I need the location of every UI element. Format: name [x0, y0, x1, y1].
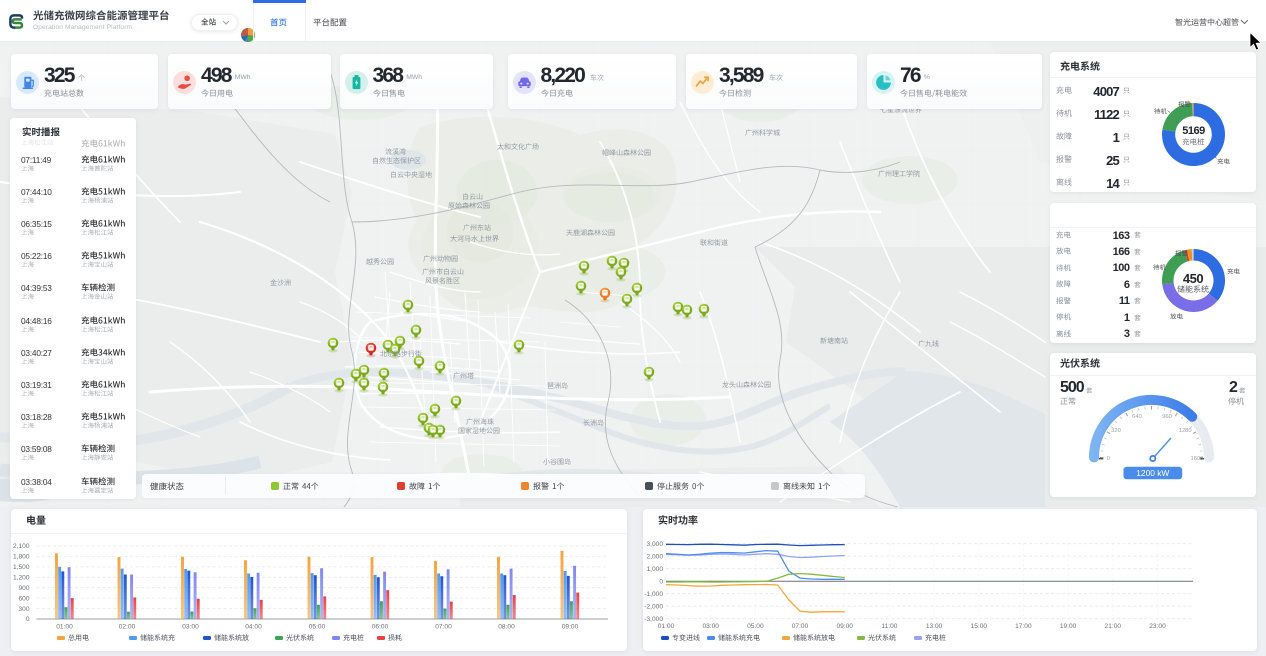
svg-text:05:00: 05:00 [308, 623, 325, 630]
svg-text:08:00: 08:00 [498, 623, 515, 630]
svg-text:320: 320 [1111, 428, 1121, 434]
svg-text:1,500: 1,500 [12, 564, 29, 571]
svg-text:1280: 1280 [1179, 428, 1192, 434]
svg-text:07:00: 07:00 [435, 623, 452, 630]
svg-text:01:00: 01:00 [658, 622, 675, 629]
svg-text:1200 kW: 1200 kW [1136, 468, 1169, 478]
svg-text:11:00: 11:00 [881, 622, 897, 629]
svg-text:23:00: 23:00 [1149, 622, 1166, 629]
svg-text:960: 960 [1162, 414, 1172, 420]
svg-text:07:00: 07:00 [792, 622, 809, 629]
svg-text:04:00: 04:00 [245, 623, 262, 630]
svg-text:-3,000: -3,000 [644, 615, 663, 622]
svg-text:19:00: 19:00 [1060, 622, 1077, 629]
svg-text:09:00: 09:00 [836, 622, 853, 629]
svg-text:1600: 1600 [1191, 456, 1204, 462]
svg-text:-1,000: -1,000 [644, 590, 663, 597]
svg-text:0: 0 [1107, 456, 1110, 462]
svg-text:1,000: 1,000 [646, 565, 663, 572]
svg-text:06:00: 06:00 [371, 623, 388, 630]
svg-text:17:00: 17:00 [1015, 622, 1032, 629]
svg-text:640: 640 [1132, 414, 1142, 420]
svg-text:15:00: 15:00 [971, 622, 988, 629]
svg-text:21:00: 21:00 [1105, 622, 1122, 629]
svg-text:02:00: 02:00 [118, 623, 135, 630]
svg-text:2,000: 2,000 [646, 553, 663, 560]
svg-text:05:00: 05:00 [747, 622, 764, 629]
svg-text:0: 0 [659, 578, 663, 585]
svg-text:1,800: 1,800 [12, 553, 29, 560]
svg-text:900: 900 [18, 584, 29, 591]
svg-text:01:00: 01:00 [56, 623, 73, 630]
svg-text:03:00: 03:00 [702, 622, 719, 629]
svg-text:3,000: 3,000 [646, 540, 663, 547]
svg-text:-2,000: -2,000 [644, 603, 663, 610]
svg-text:09:00: 09:00 [561, 623, 578, 630]
svg-text:0: 0 [25, 616, 29, 623]
svg-text:13:00: 13:00 [926, 622, 943, 629]
svg-text:03:00: 03:00 [182, 623, 199, 630]
svg-text:600: 600 [18, 595, 29, 602]
svg-text:300: 300 [18, 605, 29, 612]
svg-text:1,200: 1,200 [12, 574, 29, 581]
svg-text:2,100: 2,100 [12, 543, 29, 550]
